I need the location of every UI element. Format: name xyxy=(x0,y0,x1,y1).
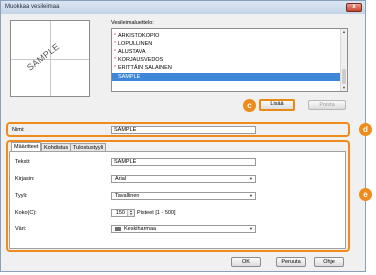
list-item[interactable]: * KORJAUSVEDOS xyxy=(112,56,341,64)
scroll-thumb[interactable] xyxy=(342,69,346,84)
help-button[interactable]: Ohje xyxy=(314,257,344,267)
list-item-selected[interactable]: SAMPLE xyxy=(112,73,341,81)
edit-watermark-dialog: Muokkaa vesileimaa x SAMPLE Vesileimalue… xyxy=(0,0,372,272)
cancel-button[interactable]: Peruuta xyxy=(276,257,306,267)
watermark-list[interactable]: * ARKISTOKOPIO * LOPULLINEN * ALUSTAVA * KOR… xyxy=(111,28,348,92)
chevron-down-icon: ▼ xyxy=(249,226,253,231)
color-swatch xyxy=(115,227,121,231)
list-item[interactable]: * ARKISTOKOPIO xyxy=(112,32,341,40)
font-label: Kirjasin: xyxy=(15,176,35,182)
font-select[interactable]: Arial ▼ xyxy=(111,175,256,183)
text-input[interactable]: SAMPLE xyxy=(111,158,256,166)
tab-alignment[interactable]: Kohdistus xyxy=(41,143,72,151)
add-button[interactable]: Lisää xyxy=(259,99,295,111)
size-spinner[interactable]: 150 ▲ ▼ xyxy=(111,209,135,217)
size-label: Koko(C): xyxy=(15,210,37,216)
watermark-list-label: Vesileimaluettelo: xyxy=(111,20,154,26)
text-label: Teksti: xyxy=(15,159,31,165)
asterisk-icon: * xyxy=(114,41,116,47)
title-bar: Muokkaa vesileimaa x xyxy=(1,1,365,14)
window-title: Muokkaa vesileimaa xyxy=(5,4,60,10)
asterisk-icon: * xyxy=(114,57,116,63)
watermark-preview: SAMPLE xyxy=(10,20,90,97)
tab-attributes[interactable]: Määritteet xyxy=(11,142,42,151)
asterisk-icon: * xyxy=(114,33,116,39)
preview-watermark-text: SAMPLE xyxy=(24,41,62,73)
asterisk-icon: * xyxy=(114,65,116,71)
style-label: Tyyli: xyxy=(15,193,28,199)
style-select[interactable]: Tavallinen ▼ xyxy=(111,192,256,200)
list-item[interactable]: * ERITTÄIN SALAINEN xyxy=(112,64,341,72)
callout-e: e xyxy=(359,188,372,201)
preview-guide-vertical xyxy=(50,21,51,96)
tab-print-style[interactable]: Tulostustyyli xyxy=(70,143,107,151)
chevron-down-icon: ▼ xyxy=(249,193,253,198)
color-select[interactable]: Keskiharmaa ▼ xyxy=(111,225,256,233)
name-input[interactable]: SAMPLE xyxy=(111,126,256,134)
asterisk-icon: * xyxy=(114,49,116,55)
list-item[interactable]: * LOPULLINEN xyxy=(112,40,341,48)
list-item[interactable]: * ALUSTAVA xyxy=(112,48,341,56)
color-label: Väri: xyxy=(15,226,27,232)
close-icon: x xyxy=(352,4,356,10)
chevron-down-icon: ▼ xyxy=(249,176,253,181)
spinner-arrows-icon[interactable]: ▲ ▼ xyxy=(127,210,134,216)
callout-c: c xyxy=(243,99,256,112)
name-label: Nimi: xyxy=(12,127,25,133)
size-range-hint: Pisteet [1 - 500] xyxy=(137,210,176,216)
delete-button[interactable]: Poista xyxy=(308,100,346,110)
scroll-down-icon[interactable]: ▼ xyxy=(341,85,347,91)
callout-d: d xyxy=(359,123,372,136)
scroll-up-icon[interactable]: ▲ xyxy=(341,29,347,35)
ok-button[interactable]: OK xyxy=(231,257,261,267)
list-scrollbar[interactable]: ▲ ▼ xyxy=(340,29,347,91)
close-button[interactable]: x xyxy=(346,3,362,12)
